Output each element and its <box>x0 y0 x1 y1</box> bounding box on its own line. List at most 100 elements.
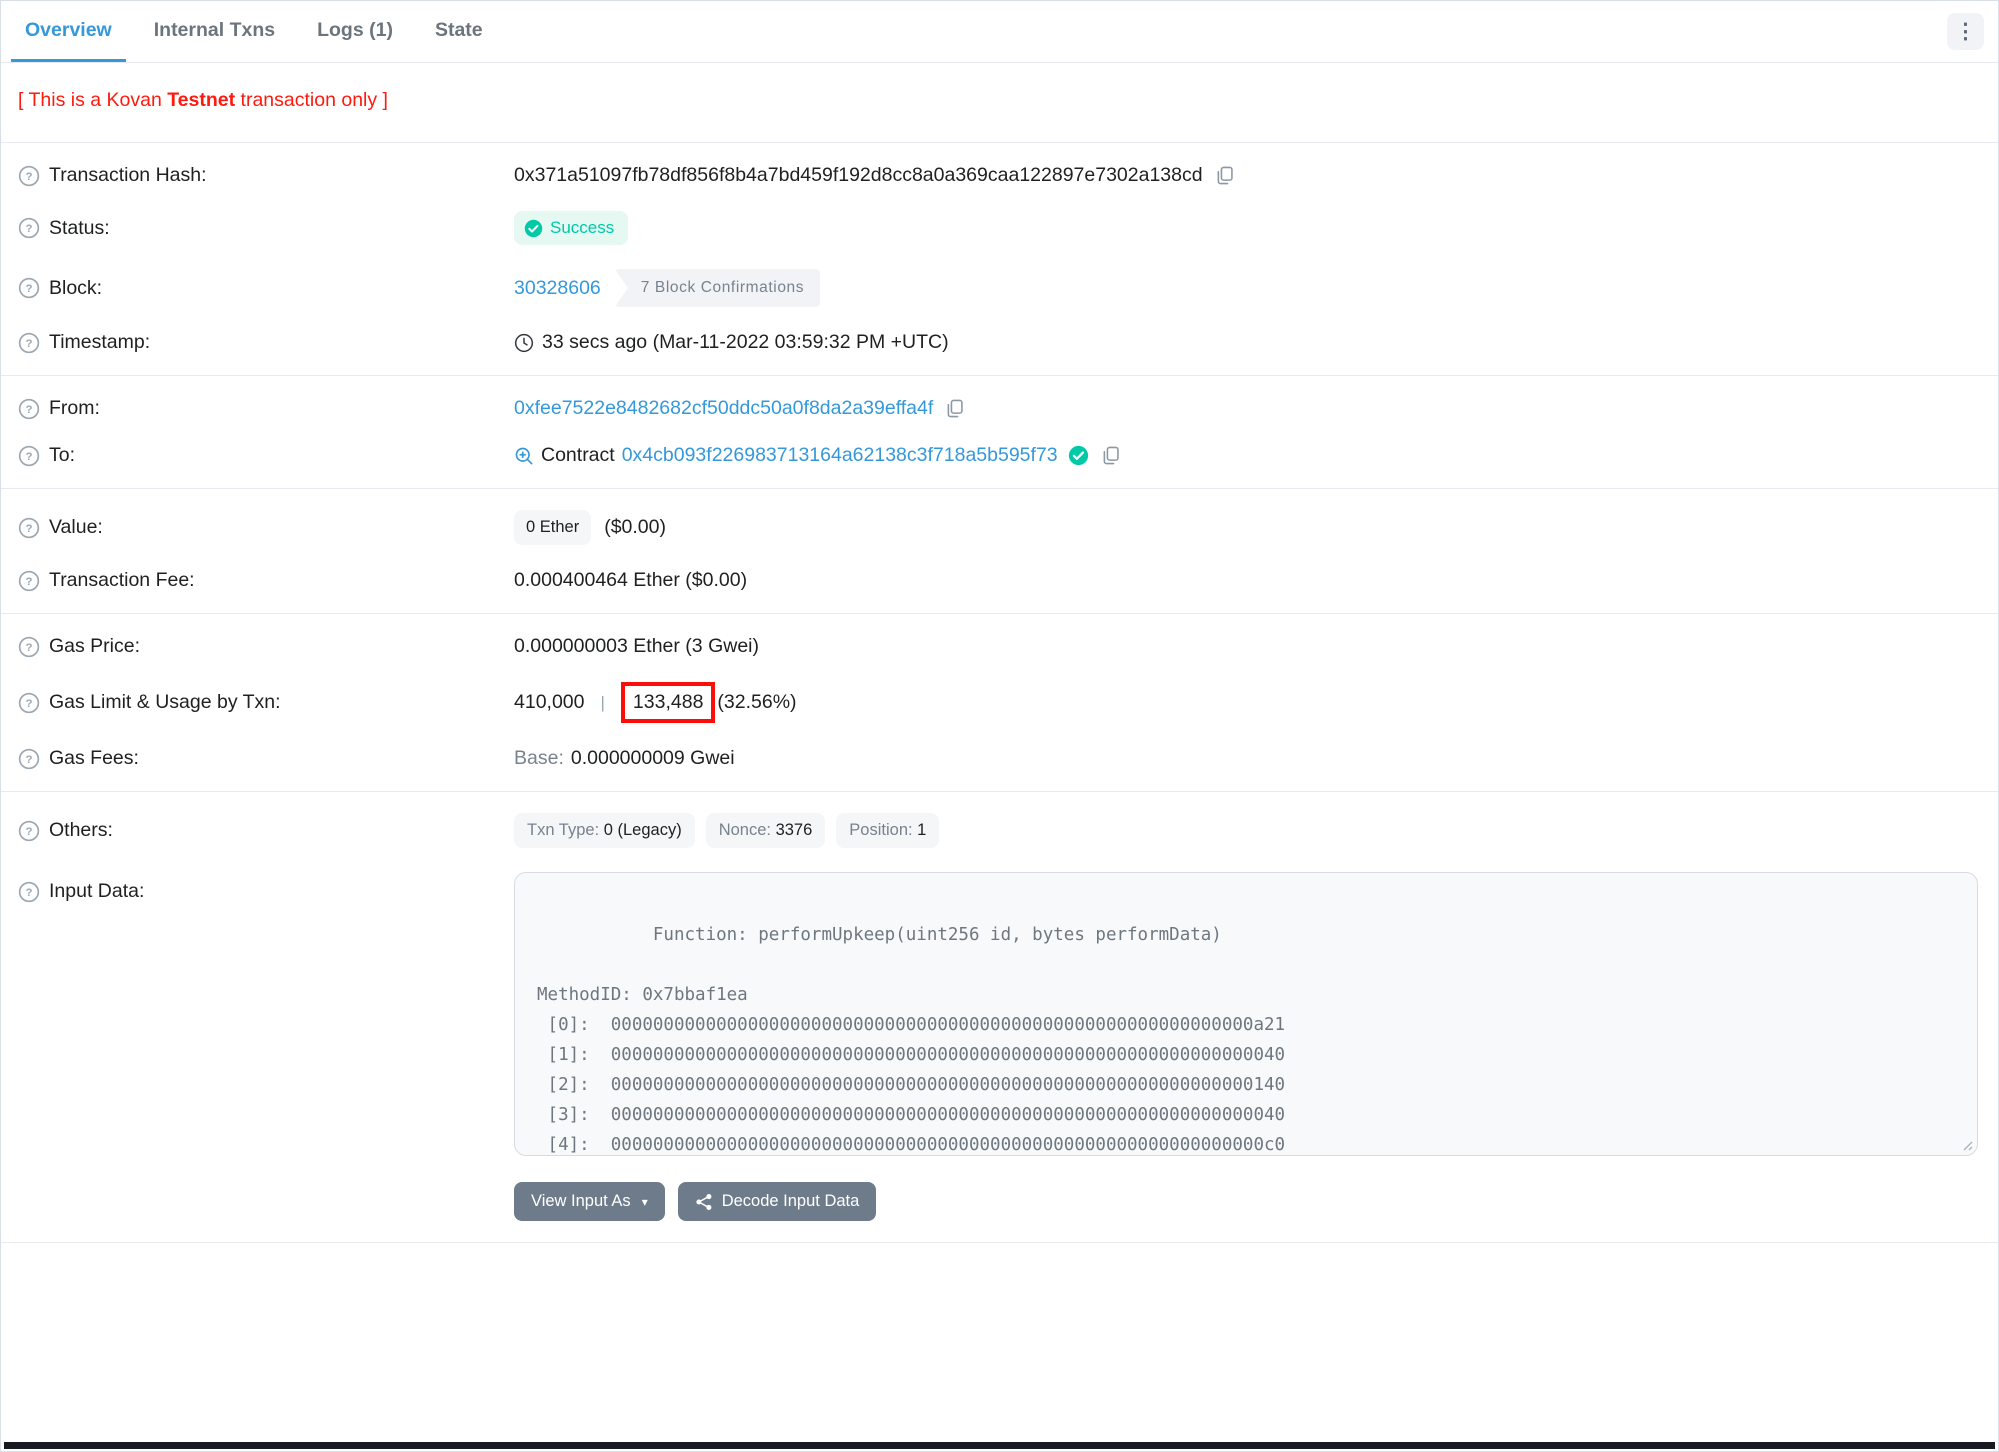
section-from-to: ? From: 0xfee7522e8482682cf50ddc50a0f8da… <box>1 376 1998 488</box>
nonce-key: Nonce: <box>718 821 776 839</box>
view-input-as-button[interactable]: View Input As ▾ <box>514 1182 665 1221</box>
contract-word: Contract <box>541 444 615 466</box>
position-value: 1 <box>917 821 927 839</box>
block-number-link[interactable]: 30328606 <box>514 277 601 300</box>
txn-type-value: 0 (Legacy) <box>603 821 682 839</box>
copy-icon[interactable] <box>944 398 965 419</box>
status-value: Success <box>550 218 615 237</box>
tab-state[interactable]: State <box>421 1 497 62</box>
footer-dark-strip <box>4 1442 1995 1449</box>
others-label: Others: <box>49 819 113 841</box>
from-label: From: <box>49 397 100 419</box>
svg-text:?: ? <box>26 576 33 588</box>
separator-bar: | <box>600 692 605 712</box>
to-address-link[interactable]: 0x4cb093f226983713164a62138c3f718a5b595f… <box>622 444 1058 467</box>
section-value-fee: ? Value: 0 Ether ($0.00) ? Transaction F… <box>1 489 1998 613</box>
help-icon[interactable]: ? <box>18 445 40 467</box>
annotation-red-box: 133,488 <box>620 682 716 723</box>
transaction-overview-card: Overview Internal Txns Logs (1) State ⋮ … <box>0 0 1999 1452</box>
row-gas-price: ? Gas Price: 0.000000003 Ether (3 Gwei) <box>1 623 1998 670</box>
transaction-fee-value: 0.000400464 Ether ($0.00) <box>514 569 748 591</box>
svg-text:?: ? <box>26 698 33 710</box>
svg-text:?: ? <box>26 283 33 295</box>
chevron-down-icon: ▾ <box>641 1194 648 1209</box>
help-icon[interactable]: ? <box>18 570 40 592</box>
help-icon[interactable]: ? <box>18 517 40 539</box>
transaction-fee-label: Transaction Fee: <box>49 569 195 591</box>
help-icon[interactable]: ? <box>18 165 40 187</box>
notice-bold: Testnet <box>167 89 236 111</box>
timestamp-label: Timestamp: <box>49 331 151 353</box>
testnet-notice: [ This is a Kovan Testnet transaction on… <box>1 63 1998 142</box>
gas-fees-label: Gas Fees: <box>49 747 139 769</box>
gas-price-label: Gas Price: <box>49 635 141 657</box>
decode-label: Decode Input Data <box>721 1192 860 1210</box>
from-address-link[interactable]: 0xfee7522e8482682cf50ddc50a0f8da2a39effa… <box>514 397 933 420</box>
copy-icon[interactable] <box>1214 165 1235 186</box>
row-value: ? Value: 0 Ether ($0.00) <box>1 498 1998 557</box>
row-transaction-hash: ? Transaction Hash: 0x371a51097fb78df856… <box>1 152 1998 199</box>
row-input-data: ? Input Data: Function: performUpkeep(ui… <box>1 860 1998 1168</box>
position-key: Position: <box>849 821 918 839</box>
base-fee-value: 0.000000009 Gwei <box>570 747 735 769</box>
svg-text:?: ? <box>26 451 33 463</box>
row-transaction-fee: ? Transaction Fee: 0.000400464 Ether ($0… <box>1 557 1998 604</box>
row-status: ? Status: Success <box>1 199 1998 257</box>
timestamp-value: 33 secs ago (Mar-11-2022 03:59:32 PM +UT… <box>542 331 949 353</box>
help-icon[interactable]: ? <box>18 398 40 420</box>
tab-internal-txns[interactable]: Internal Txns <box>140 1 289 62</box>
value-label: Value: <box>49 516 103 538</box>
decode-input-data-button[interactable]: Decode Input Data <box>677 1182 877 1221</box>
status-badge: Success <box>514 211 629 245</box>
row-block: ? Block: 30328606 7 Block Confirmations <box>1 257 1998 319</box>
verified-check-icon <box>1068 445 1088 466</box>
input-data-text: Function: performUpkeep(uint256 id, byte… <box>537 925 1286 1155</box>
notice-prefix: [ This is a Kovan <box>18 89 168 111</box>
divider <box>1 1242 1998 1243</box>
kebab-menu-button[interactable]: ⋮ <box>1947 13 1984 50</box>
to-label: To: <box>49 444 76 466</box>
tab-logs[interactable]: Logs (1) <box>303 1 407 62</box>
help-icon[interactable]: ? <box>18 217 40 239</box>
section-others-input: ? Others: Txn Type: 0 (Legacy) Nonce: 33… <box>1 792 1998 1242</box>
svg-text:?: ? <box>26 171 33 183</box>
row-timestamp: ? Timestamp: 33 secs ago (Mar-11-2022 03… <box>1 319 1998 366</box>
input-actions: View Input As ▾ Decode Input Data <box>1 1168 1998 1233</box>
svg-text:?: ? <box>26 826 33 838</box>
section-hash-status-block-time: ? Transaction Hash: 0x371a51097fb78df856… <box>1 143 1998 375</box>
help-icon[interactable]: ? <box>18 820 40 842</box>
magnifier-plus-icon[interactable] <box>514 446 534 466</box>
tab-overview[interactable]: Overview <box>11 1 126 62</box>
row-to: ? To: Contract 0x4cb093f226983713164a621… <box>1 432 1998 479</box>
help-icon[interactable]: ? <box>18 636 40 658</box>
resize-handle[interactable] <box>1959 1137 1973 1151</box>
view-input-as-label: View Input As <box>531 1192 631 1210</box>
nonce-value: 3376 <box>775 821 813 839</box>
help-icon[interactable]: ? <box>18 332 40 354</box>
txn-type-key: Txn Type: <box>527 821 604 839</box>
svg-text:?: ? <box>26 223 33 235</box>
position-badge: Position: 1 <box>836 813 940 848</box>
svg-text:?: ? <box>26 404 33 416</box>
section-gas: ? Gas Price: 0.000000003 Ether (3 Gwei) … <box>1 614 1998 791</box>
nonce-badge: Nonce: 3376 <box>705 813 826 848</box>
help-icon[interactable]: ? <box>18 881 40 903</box>
gas-limit-usage-label: Gas Limit & Usage by Txn: <box>49 691 281 713</box>
row-gas-fees: ? Gas Fees: Base: 0.000000009 Gwei <box>1 735 1998 782</box>
copy-icon[interactable] <box>1100 445 1121 466</box>
check-circle-icon <box>524 219 543 237</box>
help-icon[interactable]: ? <box>18 748 40 770</box>
svg-text:?: ? <box>26 754 33 766</box>
input-data-label: Input Data: <box>49 880 145 902</box>
svg-text:?: ? <box>26 887 33 899</box>
txn-type-badge: Txn Type: 0 (Legacy) <box>514 813 695 848</box>
tab-bar: Overview Internal Txns Logs (1) State ⋮ <box>1 1 1998 63</box>
input-data-textarea[interactable]: Function: performUpkeep(uint256 id, byte… <box>514 872 1978 1156</box>
transaction-hash-label: Transaction Hash: <box>49 164 207 186</box>
transaction-hash-value: 0x371a51097fb78df856f8b4a7bd459f192d8cc8… <box>514 164 1203 186</box>
row-others: ? Others: Txn Type: 0 (Legacy) Nonce: 33… <box>1 801 1998 860</box>
clock-icon <box>514 333 534 352</box>
help-icon[interactable]: ? <box>18 692 40 714</box>
help-icon[interactable]: ? <box>18 277 40 299</box>
block-label: Block: <box>49 276 103 299</box>
